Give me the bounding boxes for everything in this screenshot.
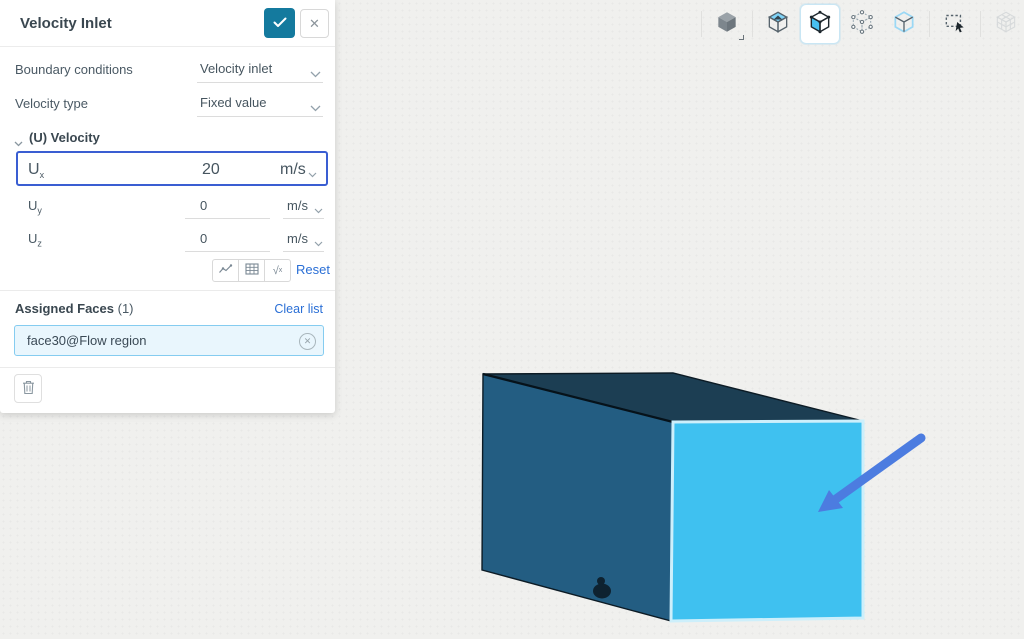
viewport-3d[interactable] bbox=[440, 350, 960, 639]
collapse-chevron-icon[interactable] bbox=[14, 134, 23, 152]
value-mode-button-group: √x bbox=[212, 259, 291, 282]
trash-icon bbox=[22, 380, 35, 398]
boundary-conditions-row: Boundary conditions Velocity inlet bbox=[0, 56, 335, 84]
ux-value-input[interactable]: 20 bbox=[202, 161, 220, 179]
uz-value-input[interactable]: 0 bbox=[185, 226, 270, 252]
u-velocity-section-header[interactable]: (U) Velocity bbox=[0, 128, 335, 148]
chart-mode-button[interactable] bbox=[212, 259, 239, 282]
box-select-cursor-icon bbox=[942, 9, 968, 40]
close-icon: ✕ bbox=[309, 16, 320, 31]
select-vertex-cube-icon bbox=[849, 9, 875, 40]
chevron-down-icon bbox=[310, 100, 321, 115]
uz-label: Uz bbox=[28, 231, 42, 249]
dropdown-corner-icon bbox=[739, 35, 744, 40]
view-cube-solid-button[interactable] bbox=[707, 4, 747, 44]
select-edge-cube-icon bbox=[891, 9, 917, 40]
velocity-type-label: Velocity type bbox=[15, 96, 88, 111]
toolbar-separator bbox=[701, 11, 702, 37]
ux-label: Ux bbox=[28, 161, 44, 180]
chevron-down-icon bbox=[310, 66, 321, 81]
uy-label: Uy bbox=[28, 198, 42, 216]
boundary-conditions-label: Boundary conditions bbox=[15, 62, 133, 77]
u-velocity-section-title: (U) Velocity bbox=[29, 130, 100, 145]
close-button[interactable]: ✕ bbox=[300, 9, 329, 38]
uz-unit-select[interactable]: m/s bbox=[283, 226, 324, 252]
apply-button[interactable] bbox=[264, 8, 295, 38]
boundary-conditions-select[interactable]: Velocity inlet bbox=[197, 56, 323, 83]
uy-value-input[interactable]: 0 bbox=[185, 193, 270, 219]
section-divider bbox=[0, 290, 335, 291]
chevron-down-icon bbox=[314, 202, 323, 217]
select-volume-cube-icon bbox=[765, 9, 791, 40]
select-vertex-button[interactable] bbox=[842, 4, 882, 44]
chevron-down-icon bbox=[314, 235, 323, 250]
chevron-down-icon bbox=[308, 165, 317, 183]
box-select-button[interactable] bbox=[935, 4, 975, 44]
assigned-face-chip[interactable]: face30@Flow region ✕ bbox=[14, 325, 324, 356]
select-mesh-cube-icon bbox=[993, 9, 1019, 40]
select-face-button[interactable] bbox=[800, 4, 840, 44]
select-volume-button[interactable] bbox=[758, 4, 798, 44]
velocity-type-select[interactable]: Fixed value bbox=[197, 90, 323, 117]
panel-header: Velocity Inlet ✕ bbox=[0, 0, 335, 47]
uy-input-row: Uy 0 m/s bbox=[0, 193, 335, 220]
close-icon: ✕ bbox=[304, 336, 312, 346]
check-icon bbox=[273, 16, 287, 31]
viewer-toolbar bbox=[698, 2, 1024, 46]
page-title: Velocity Inlet bbox=[20, 0, 112, 47]
ux-unit-select[interactable]: m/s bbox=[280, 156, 318, 182]
velocity-inlet-panel: Velocity Inlet ✕ Boundary conditions Vel… bbox=[0, 0, 335, 413]
select-face-cube-icon bbox=[807, 9, 833, 40]
uy-unit-select[interactable]: m/s bbox=[283, 193, 324, 219]
delete-button[interactable] bbox=[14, 374, 42, 403]
select-mesh-button bbox=[986, 4, 1024, 44]
table-mode-button[interactable] bbox=[238, 259, 265, 282]
remove-face-button[interactable]: ✕ bbox=[299, 333, 316, 350]
toolbar-separator bbox=[929, 11, 930, 37]
toolbar-separator bbox=[980, 11, 981, 37]
reset-link[interactable]: Reset bbox=[296, 262, 330, 277]
uz-input-row: Uz 0 m/s bbox=[0, 226, 335, 253]
velocity-type-row: Velocity type Fixed value bbox=[0, 90, 335, 118]
clear-list-link[interactable]: Clear list bbox=[274, 302, 323, 316]
formula-mode-button[interactable]: √x bbox=[264, 259, 291, 282]
view-cube-solid-icon bbox=[714, 9, 740, 40]
toolbar-separator bbox=[752, 11, 753, 37]
section-divider bbox=[0, 367, 335, 368]
assigned-faces-title: Assigned Faces (1) bbox=[15, 301, 134, 316]
ux-input-row-focused: Ux 20 m/s bbox=[16, 151, 328, 186]
chart-icon bbox=[218, 263, 233, 278]
inlet-face-highlighted[interactable] bbox=[671, 421, 863, 621]
assigned-face-label: face30@Flow region bbox=[27, 333, 146, 348]
table-icon bbox=[245, 263, 259, 278]
select-edge-button[interactable] bbox=[884, 4, 924, 44]
